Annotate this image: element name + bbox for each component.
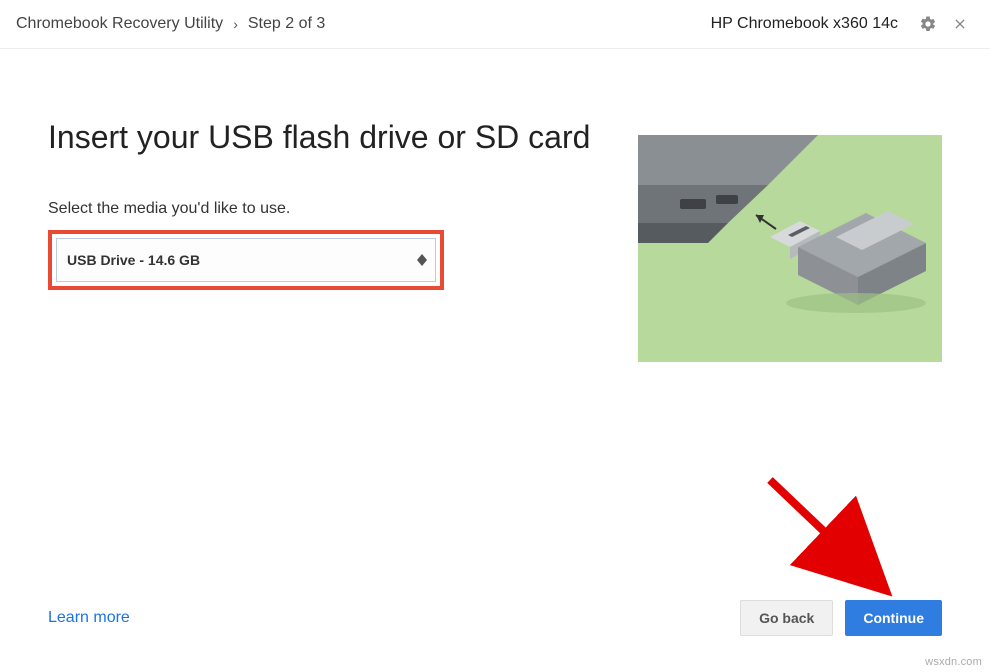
close-icon xyxy=(952,16,968,32)
learn-more-link[interactable]: Learn more xyxy=(48,609,130,627)
media-dropdown[interactable]: USB Drive - 14.6 GB xyxy=(56,238,436,282)
chevron-right-icon: › xyxy=(233,16,238,32)
app-title: Chromebook Recovery Utility xyxy=(16,15,223,33)
go-back-button[interactable]: Go back xyxy=(740,600,833,636)
settings-button[interactable] xyxy=(914,10,942,38)
step-indicator: Step 2 of 3 xyxy=(248,15,325,33)
usb-illustration xyxy=(638,135,942,362)
stepper-icon xyxy=(417,254,427,266)
main-form: Insert your USB flash drive or SD card S… xyxy=(48,95,638,362)
arrow-annotation xyxy=(760,470,920,610)
page-title: Insert your USB flash drive or SD card xyxy=(48,119,638,156)
highlight-frame: USB Drive - 14.6 GB xyxy=(48,230,444,290)
title-bar: Chromebook Recovery Utility › Step 2 of … xyxy=(0,0,990,49)
continue-button[interactable]: Continue xyxy=(845,600,942,636)
media-dropdown-value: USB Drive - 14.6 GB xyxy=(67,252,200,268)
watermark-text: wsxdn.com xyxy=(925,656,982,668)
device-name: HP Chromebook x360 14c xyxy=(711,15,898,33)
instruction-text: Select the media you'd like to use. xyxy=(48,200,638,218)
close-button[interactable] xyxy=(946,10,974,38)
gear-icon xyxy=(919,15,937,33)
